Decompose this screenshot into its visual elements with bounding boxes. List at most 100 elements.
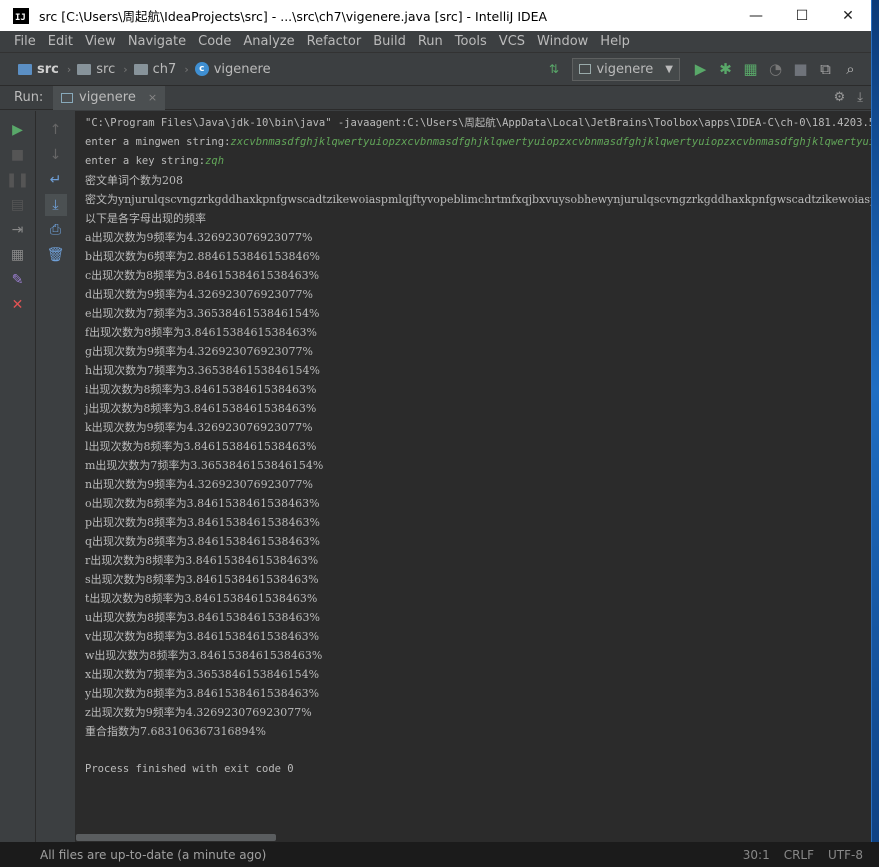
breadcrumb-label: ch7 [152,61,177,77]
frequency-line: o出现次数为8频率为3.8461538461538463% [85,497,320,510]
console-exit-message: Process finished with exit code 0 [85,763,294,775]
menu-analyze[interactable]: Analyze [237,34,300,49]
toolbar-right: ⇅ vigenere ▼ ▶ ✱ ▦ ◔ ■ ⧉ ⌕ [541,57,871,81]
menu-refactor[interactable]: Refactor [301,34,368,49]
menu-code[interactable]: Code [192,34,237,49]
coverage-icon[interactable]: ▦ [738,57,763,81]
chevron-right-icon: › [184,62,189,76]
chevron-right-icon: › [123,62,128,76]
run-panel-label: Run: [14,90,44,105]
run-icon[interactable]: ▶ [688,57,713,81]
chevron-right-icon: › [66,62,72,76]
frequency-line: p出现次数为8频率为3.8461538461538463% [85,516,320,529]
console-output[interactable]: "C:\Program Files\Java\jdk-10\bin\java" … [76,111,872,842]
plaintext-input: zxcvbnmasdfghjklqwertyuiopzxcvbnmasdfghj… [230,136,872,148]
trash-icon[interactable]: 🗑 [45,244,67,266]
dump-threads-icon[interactable]: ▤ [7,194,29,216]
frequency-line: n出现次数为9频率为4.326923076923077% [85,478,314,491]
pause-icon[interactable]: ❚❚ [6,169,29,191]
build-icon[interactable]: ⇅ [541,57,566,81]
folder-icon [133,63,148,75]
menu-edit[interactable]: Edit [42,34,79,49]
console-word-count: 密文单词个数为208 [85,174,183,187]
frequency-line: b出现次数为6频率为2.8846153846153846% [85,250,320,263]
run-actions-gutter: ▶ ■ ❚❚ ▤ ⇥ ▦ ✎ ✕ [0,111,36,842]
status-bar: All files are up-to-date (a minute ago) … [0,842,879,867]
frequency-line: w出现次数为8频率为3.8461538461538463% [85,649,323,662]
menu-file[interactable]: File [8,34,42,49]
horizontal-scrollbar[interactable] [76,833,871,842]
line-separator[interactable]: CRLF [784,848,814,862]
run-tab-vigenere[interactable]: vigenere × [53,85,166,110]
frequency-line: v出现次数为8频率为3.8461538461538463% [85,630,320,643]
scrollbar-thumb[interactable] [76,834,276,841]
chevron-down-icon: ▼ [665,63,673,75]
run-configuration-select[interactable]: vigenere ▼ [572,57,680,81]
console-freq-header: 以下是各字母出现的频率 [85,212,206,225]
breadcrumb-label: src [96,61,116,77]
menu-help[interactable]: Help [594,34,636,49]
menu-tools[interactable]: Tools [449,34,493,49]
close-button[interactable]: ✕ [825,0,871,31]
menu-navigate[interactable]: Navigate [122,34,192,49]
breadcrumb-package[interactable]: ch7 [133,61,177,77]
navigation-bar: src › src › ch7 › c vigenere ⇅ vigenere … [0,53,871,86]
file-encoding[interactable]: UTF-8 [828,848,863,862]
maximize-button[interactable]: ☐ [779,0,825,31]
frequency-line: a出现次数为9频率为4.326923076923077% [85,231,313,244]
frequency-line: s出现次数为8频率为3.8461538461538463% [85,573,319,586]
stop-icon[interactable]: ■ [7,144,29,166]
menu-run[interactable]: Run [412,34,449,49]
frequency-line: z出现次数为9频率为4.326923076923077% [85,706,312,719]
stop-icon[interactable]: ■ [788,57,813,81]
breadcrumb-src[interactable]: src [77,62,115,77]
menu-window[interactable]: Window [531,34,594,49]
breadcrumb-class[interactable]: c vigenere [194,61,271,77]
console-coincidence-index: 重合指数为7.683106367316894% [85,725,266,738]
soft-wrap-icon[interactable]: ↵ [45,169,67,191]
frequency-line: g出现次数为9频率为4.326923076923077% [85,345,313,358]
breadcrumb-label: vigenere [213,61,271,77]
frequency-line: r出现次数为8频率为3.8461538461538463% [85,554,319,567]
frequency-line: c出现次数为8频率为3.8461538461538463% [85,269,320,282]
frequency-line: u出现次数为8频率为3.8461538461538463% [85,611,321,624]
search-icon[interactable]: ⌕ [838,57,863,81]
breadcrumb-project[interactable]: src [18,62,59,77]
pin-icon[interactable]: ✎ [7,269,29,291]
exit-icon[interactable]: ⇥ [7,219,29,241]
menu-build[interactable]: Build [367,34,412,49]
frequency-list: a出现次数为9频率为4.326923076923077% b出现次数为6频率为2.… [85,228,871,722]
menu-vcs[interactable]: VCS [493,34,531,49]
debug-icon[interactable]: ✱ [713,57,738,81]
arrow-up-icon[interactable]: ↑ [45,119,67,141]
frequency-line: y出现次数为8频率为3.8461538461538463% [85,687,320,700]
profile-icon[interactable]: ◔ [763,57,788,81]
window-title: src [C:\Users\周起航\IdeaProjects\src] - ..… [39,9,548,24]
arrow-down-icon[interactable]: ↓ [45,144,67,166]
run-tool-window-header: Run: vigenere × ⚙ ⤓ [0,85,871,110]
java-class-icon [579,64,592,74]
close-tab-icon[interactable]: × [148,91,157,104]
minimize-button[interactable]: — [733,0,779,31]
run-panel-actions: ⚙ ⤓ [834,90,871,105]
gear-icon[interactable]: ⚙ [834,90,846,105]
hide-panel-icon[interactable]: ⤓ [857,90,863,105]
console-actions-gutter: ↑ ↓ ↵ ⤓ ⎙ 🗑 [36,111,76,842]
frequency-line: i出现次数为8频率为3.8461538461538463% [85,383,317,396]
menu-view[interactable]: View [79,34,122,49]
java-class-icon: c [194,62,209,76]
close-run-icon[interactable]: ✕ [7,294,29,316]
layout-icon[interactable]: ▦ [7,244,29,266]
rerun-icon[interactable]: ▶ [7,119,29,141]
console-ciphertext: 密文为ynjurulqscvngzrkgddhaxkpnfgwscadtzike… [85,193,872,206]
status-right: 30:1 CRLF UTF-8 [743,848,879,862]
title-bar: IJ src [C:\Users\周起航\IdeaProjects\src] -… [0,0,871,31]
scroll-to-end-icon[interactable]: ⤓ [44,194,67,216]
run-panel-body: ▶ ■ ❚❚ ▤ ⇥ ▦ ✎ ✕ ↑ ↓ ↵ ⤓ ⎙ 🗑 "C:\Program… [0,111,872,842]
frequency-line: f出现次数为8频率为3.8461538461538463% [85,326,317,339]
project-structure-icon[interactable]: ⧉ [813,57,838,81]
caret-position[interactable]: 30:1 [743,848,770,862]
ide-window: IJ src [C:\Users\周起航\IdeaProjects\src] -… [0,0,872,842]
print-icon[interactable]: ⎙ [45,219,67,241]
